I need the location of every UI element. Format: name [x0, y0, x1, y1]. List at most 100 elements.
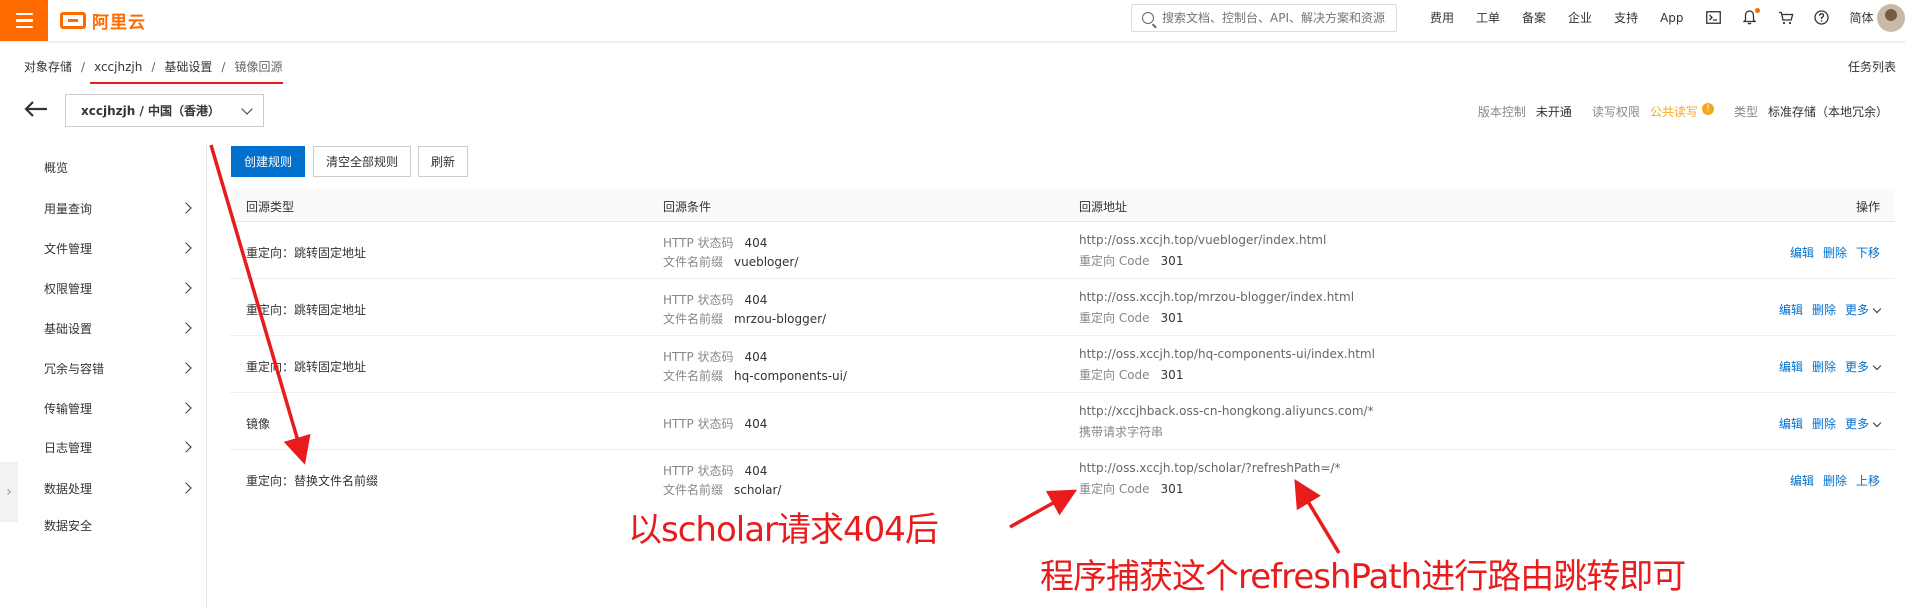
breadcrumb-oss[interactable]: 对象存储 [24, 58, 72, 75]
global-search-box[interactable] [1131, 4, 1397, 32]
aliyun-logo[interactable]: 阿里云 [60, 6, 146, 34]
user-avatar[interactable] [1877, 4, 1905, 32]
sidebar-item-label: 用量查询 [44, 201, 93, 216]
delete-link[interactable]: 删除 [1823, 244, 1847, 261]
edit-link[interactable]: 编辑 [1779, 358, 1803, 375]
redirect-code-value: 301 [1160, 482, 1184, 496]
sidebar-item-transfer[interactable]: 传输管理 [44, 398, 194, 418]
nav-tickets[interactable]: 工单 [1476, 9, 1500, 26]
annotation-note-1: 以scholar请求404后 [628, 510, 939, 550]
sidebar-item-label: 传输管理 [44, 401, 93, 416]
search-input[interactable] [1162, 11, 1392, 25]
refresh-button[interactable]: 刷新 [418, 146, 469, 177]
sidebar-item-files[interactable]: 文件管理 [44, 238, 194, 258]
clear-all-rules-button[interactable]: 清空全部规则 [313, 146, 412, 177]
bucket-selector-value: xccjhzjh / 中国（香港） [81, 104, 221, 118]
sidebar-item-data-processing[interactable]: 数据处理 [44, 478, 194, 498]
top-nav-links: 费用 工单 备案 企业 支持 App 简体 [1430, 0, 1896, 35]
column-header-type: 回源类型 [246, 200, 295, 214]
sidebar-item-usage[interactable]: 用量查询 [44, 198, 194, 218]
chevron-down-icon [241, 102, 253, 115]
rule-condition: HTTP 状态码 404 [663, 234, 767, 251]
prefix-label: 文件名前缀 [663, 255, 724, 269]
breadcrumb-separator: / [221, 59, 226, 74]
edit-link[interactable]: 编辑 [1779, 301, 1803, 318]
redirect-code-label: 重定向 Code [1079, 254, 1150, 268]
breadcrumb-bucket[interactable]: xccjhzjh [94, 60, 142, 74]
nav-icp-filing[interactable]: 备案 [1522, 9, 1546, 26]
table-row: 重定向：跳转固定地址 HTTP 状态码 404 文件名前缀 vuebloger/ h… [230, 222, 1895, 279]
sidebar-item-data-security[interactable]: 数据安全 [44, 515, 194, 535]
rule-type: 镜像 [246, 417, 271, 431]
http-status-value: 404 [744, 236, 768, 250]
nav-app[interactable]: App [1660, 11, 1683, 25]
column-header-origin-url: 回源地址 [1079, 200, 1128, 214]
prefix-value: vuebloger/ [734, 255, 799, 269]
chevron-down-icon [1872, 418, 1882, 428]
nav-enterprise[interactable]: 企业 [1568, 9, 1592, 26]
move-down-link[interactable]: 下移 [1856, 244, 1880, 261]
sidebar-item-overview[interactable]: 概览 [44, 157, 194, 177]
rule-type: 重定向：替换文件名前缀 [246, 474, 379, 488]
warning-info-icon[interactable]: ! [1701, 103, 1714, 115]
delete-link[interactable]: 删除 [1812, 415, 1836, 432]
bucket-selector[interactable]: xccjhzjh / 中国（香港） [65, 94, 264, 127]
edit-link[interactable]: 编辑 [1790, 472, 1814, 489]
delete-link[interactable]: 删除 [1812, 358, 1836, 375]
breadcrumb-basic-settings[interactable]: 基础设置 [164, 58, 212, 75]
nav-billing[interactable]: 费用 [1430, 9, 1454, 26]
language-switch[interactable]: 简体 [1850, 9, 1874, 26]
row-actions: 编辑 删除 更多 [1779, 358, 1882, 375]
bucket-sidebar: 概览 用量查询 文件管理 权限管理 基础设置 冗余与容错 传输管理 日志管理 数… [0, 143, 207, 609]
nav-support[interactable]: 支持 [1614, 9, 1638, 26]
chevron-down-icon [1872, 361, 1882, 371]
redirect-code-value: 301 [1160, 368, 1184, 382]
delete-link[interactable]: 删除 [1812, 301, 1836, 318]
hamburger-menu-button[interactable] [0, 0, 48, 41]
chevron-right-icon [180, 402, 192, 414]
row-actions: 编辑 删除 更多 [1779, 415, 1882, 432]
redirect-code: 重定向 Code 301 [1079, 309, 1183, 326]
rule-condition: HTTP 状态码 404 [663, 462, 767, 479]
rule-type: 重定向：跳转固定地址 [246, 303, 367, 317]
terminal-icon[interactable] [1706, 10, 1722, 26]
sidebar-item-label: 概览 [44, 160, 69, 175]
http-status-value: 404 [744, 293, 768, 307]
move-up-link[interactable]: 上移 [1856, 472, 1880, 489]
help-icon[interactable] [1814, 10, 1830, 26]
chevron-right-icon [180, 482, 192, 494]
column-header-condition: 回源条件 [663, 200, 712, 214]
more-dropdown[interactable]: 更多 [1845, 415, 1882, 432]
bell-icon[interactable] [1742, 7, 1760, 26]
chevron-right-icon [180, 202, 192, 214]
table-row: 镜像 HTTP 状态码 404 http://xccjhback.oss-cn-h… [230, 393, 1895, 450]
create-rule-button[interactable]: 创建规则 [231, 146, 306, 177]
origin-url: http://oss.xccjh.top/mrzou-blogger/index… [1079, 290, 1355, 304]
chevron-right-icon [180, 242, 192, 254]
sidebar-item-redundancy[interactable]: 冗余与容错 [44, 358, 194, 378]
more-dropdown[interactable]: 更多 [1844, 358, 1882, 375]
sidebar-item-permissions[interactable]: 权限管理 [44, 278, 194, 298]
sidebar-collapse-tab[interactable]: › [0, 462, 18, 522]
rule-condition: HTTP 状态码 404 [663, 291, 767, 308]
rule-type: 重定向：跳转固定地址 [246, 246, 367, 260]
more-dropdown[interactable]: 更多 [1845, 301, 1882, 318]
rule-condition: HTTP 状态码 404 [663, 348, 767, 365]
sidebar-item-basic-settings[interactable]: 基础设置 [44, 318, 194, 338]
http-status-value: 404 [744, 350, 768, 364]
back-arrow-icon[interactable] [24, 101, 48, 117]
delete-link[interactable]: 删除 [1823, 472, 1847, 489]
more-label: 更多 [1844, 360, 1869, 374]
cart-icon[interactable] [1778, 10, 1794, 26]
http-status-label: HTTP 状态码 [663, 464, 734, 478]
edit-link[interactable]: 编辑 [1790, 244, 1814, 261]
sidebar-item-logs[interactable]: 日志管理 [44, 437, 194, 457]
notification-dot [1754, 7, 1760, 13]
carry-query-string-note: 携带请求字符串 [1079, 425, 1164, 439]
http-status-label: HTTP 状态码 [663, 350, 734, 364]
annotation-note-2: 程序捕获这个refreshPath进行路由跳转即可 [1040, 557, 1686, 597]
edit-link[interactable]: 编辑 [1779, 415, 1803, 432]
acl-value: 公共读写 [1649, 105, 1698, 119]
row-actions: 编辑 删除 更多 [1779, 301, 1882, 318]
task-list-link[interactable]: 任务列表 [1848, 58, 1896, 75]
